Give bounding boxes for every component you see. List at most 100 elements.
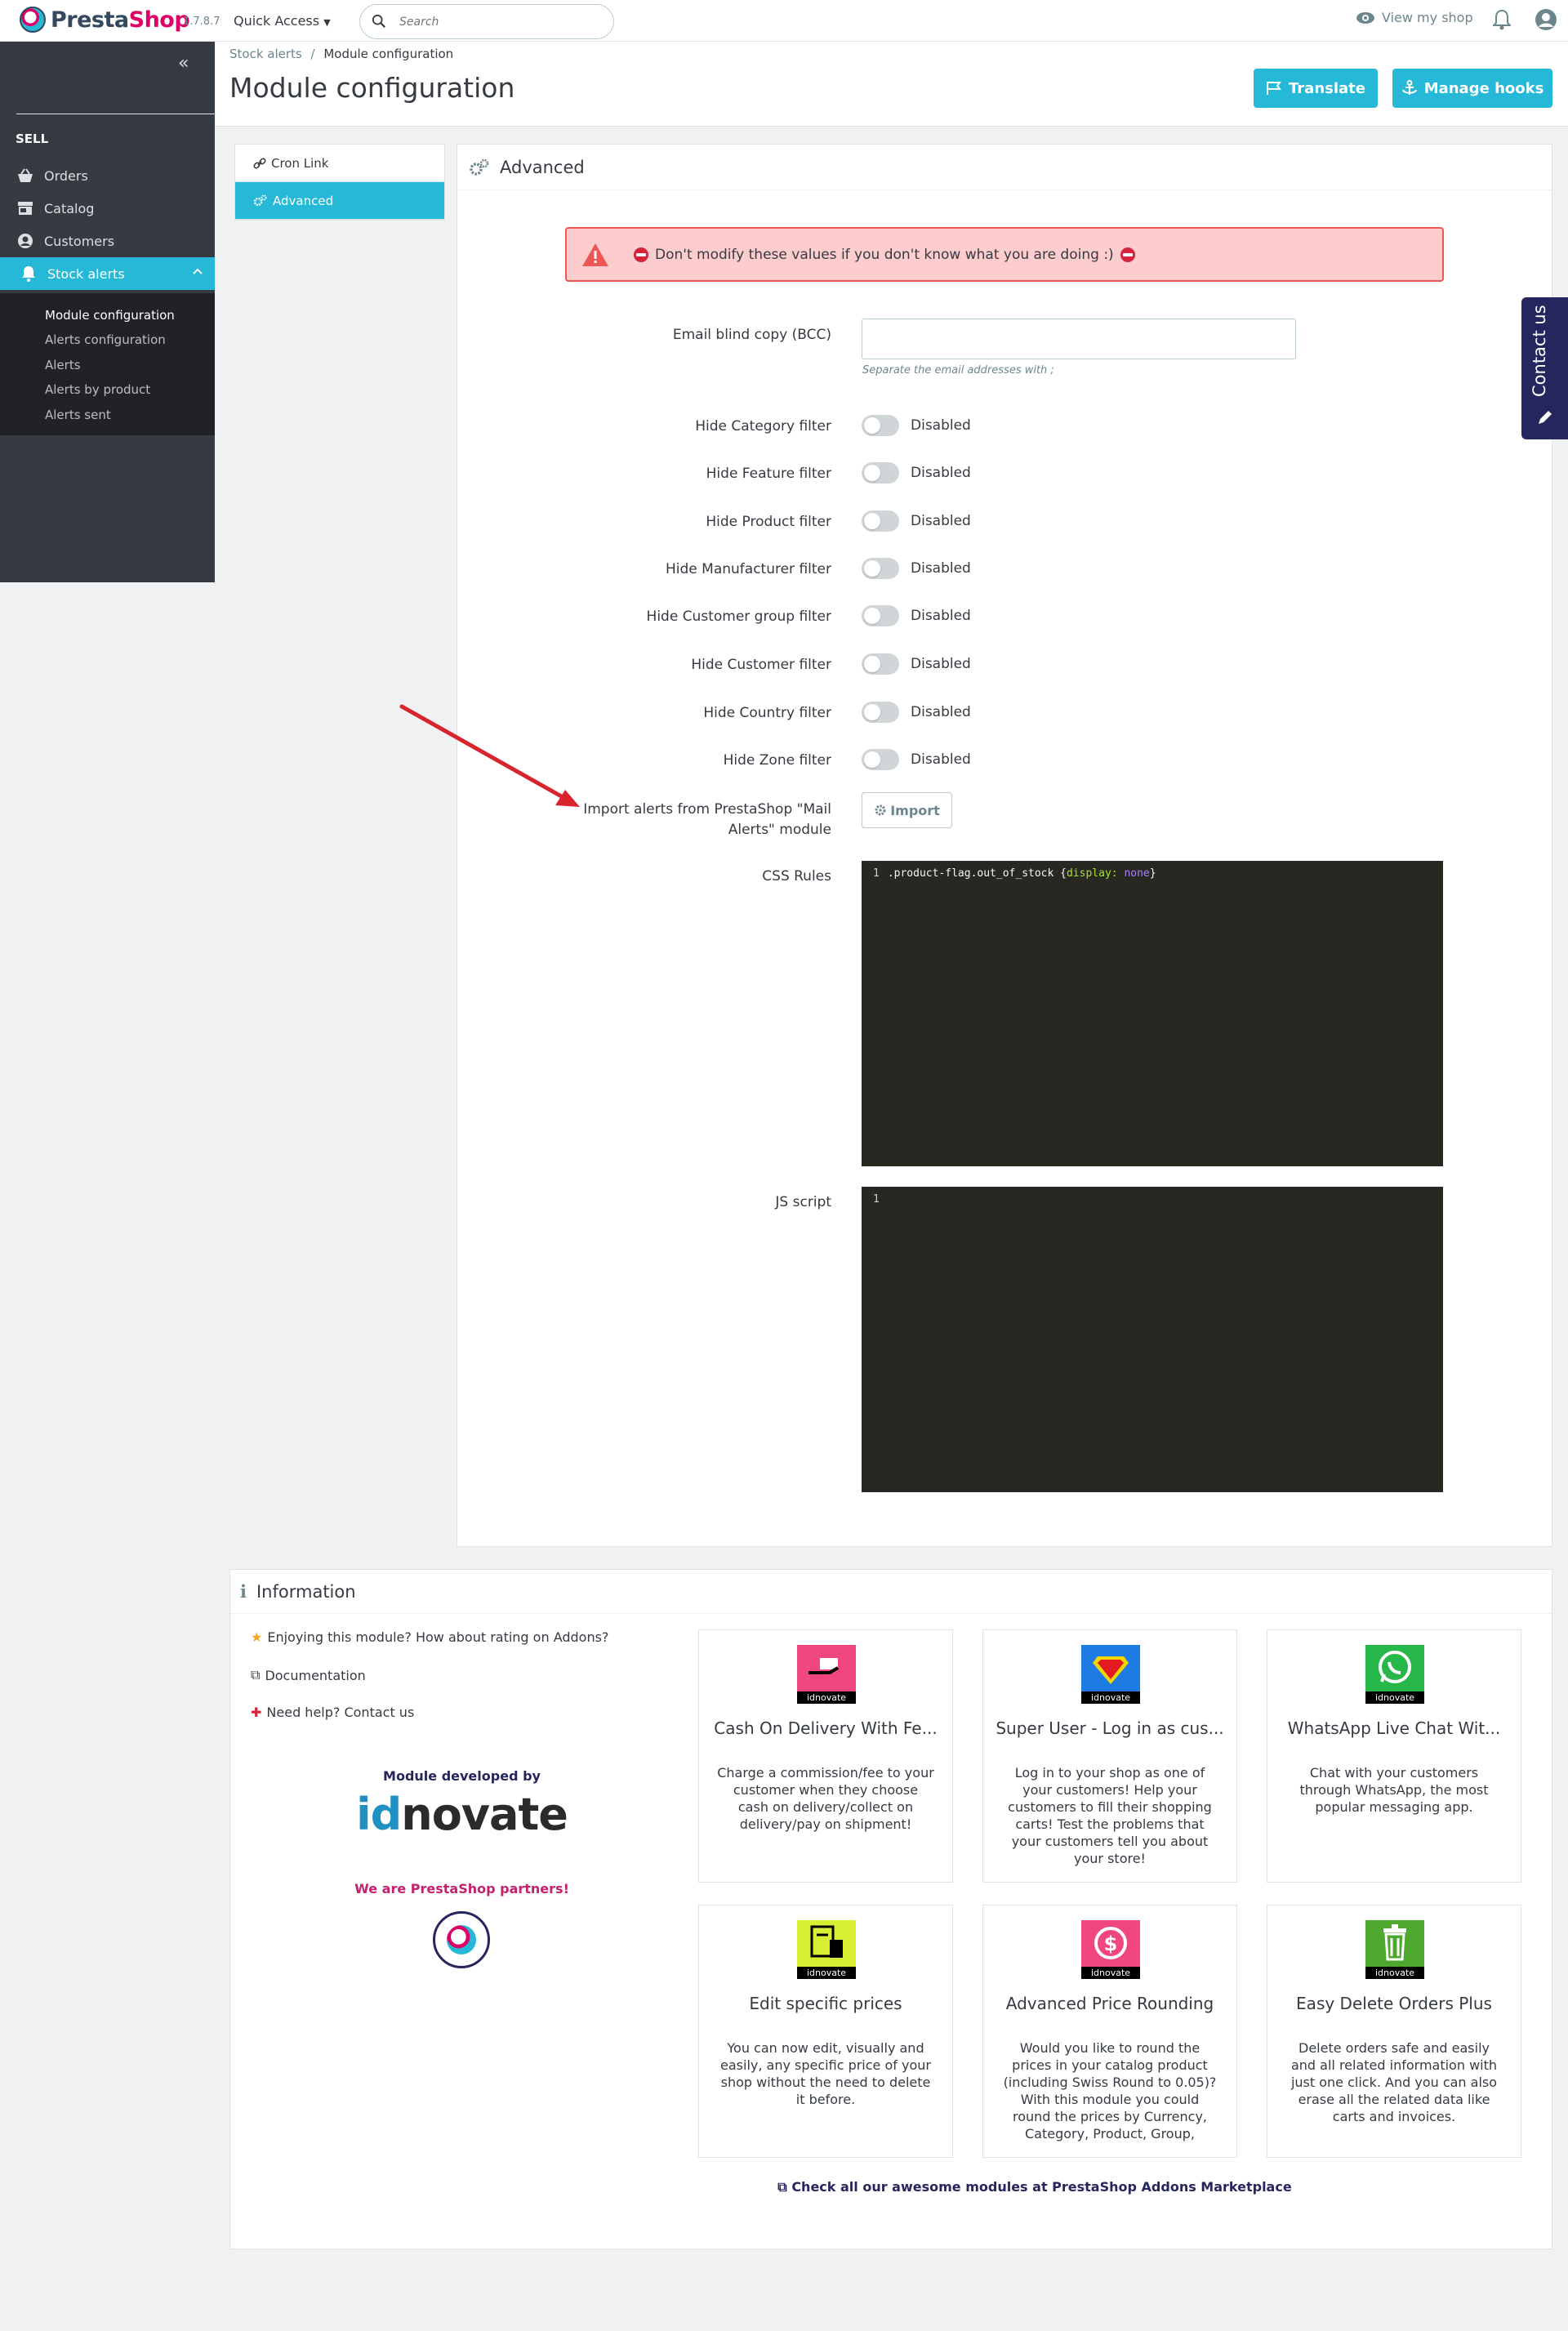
toggle-switch[interactable] (862, 653, 899, 675)
search-icon (372, 14, 385, 28)
flag-icon (1267, 82, 1281, 95)
breadcrumb-parent[interactable]: Stock alerts (229, 47, 302, 61)
contact-us-tab[interactable]: Contact us (1521, 297, 1568, 439)
view-my-shop-link[interactable]: View my shop (1356, 10, 1473, 25)
advanced-panel: Advanced Don't modify these values if yo… (457, 144, 1552, 1547)
js-script-editor[interactable]: 1 (862, 1187, 1443, 1492)
pencil-icon (1539, 411, 1552, 424)
eye-icon (1356, 11, 1374, 24)
hide-manufacturer-filter-switch[interactable]: Disabled (862, 558, 971, 579)
gear-icon (875, 804, 886, 816)
toggle-switch[interactable] (862, 749, 899, 770)
hide-product-filter-switch[interactable]: Disabled (862, 510, 971, 532)
css-rules-editor[interactable]: 1 .product-flag.out_of_stock {display: no… (862, 861, 1443, 1166)
prestashop-agency-badge-icon (433, 1911, 490, 1968)
submenu-module-configuration[interactable]: Module configuration (45, 308, 175, 323)
idnovate-logo[interactable]: idnovate (230, 1789, 693, 1840)
hide-customer-group-filter-label: Hide Customer group filter (646, 608, 831, 625)
stock-alerts-submenu: Module configuration Alerts configuratio… (0, 293, 215, 435)
prestashop-puffin-icon (20, 7, 46, 33)
external-link-icon: ⧉ (251, 1667, 261, 1683)
toggle-switch[interactable] (862, 702, 899, 723)
tab-advanced[interactable]: Advanced (235, 182, 444, 220)
translate-button[interactable]: Translate (1254, 69, 1378, 108)
information-panel: i Information ★ Enjoying this module? Ho… (229, 1569, 1552, 2249)
module-card[interactable]: idnovate Edit specific prices You can no… (698, 1905, 953, 2158)
sidebar-item-customers[interactable]: Customers (0, 225, 215, 257)
manage-hooks-button[interactable]: Manage hooks (1392, 69, 1552, 108)
contact-help-link[interactable]: ✚ Need help? Contact us (251, 1705, 414, 1720)
search-box[interactable] (359, 4, 614, 39)
collapse-sidebar-icon[interactable]: « (178, 53, 189, 74)
chevron-up-icon (193, 268, 203, 274)
anchor-icon (1401, 80, 1417, 95)
hide-feature-filter-label: Hide Feature filter (706, 466, 831, 482)
config-tabs: Cron Link Advanced (234, 144, 445, 221)
info-icon: i (240, 1581, 247, 1602)
toggle-switch[interactable] (862, 558, 899, 579)
hide-category-filter-switch[interactable]: Disabled (862, 415, 971, 436)
svg-text:$: $ (1104, 1932, 1118, 1955)
prestashop-logo[interactable]: PrestaShop (20, 7, 190, 33)
medkit-icon: ✚ (251, 1705, 262, 1720)
hide-customer-filter-switch[interactable]: Disabled (862, 653, 971, 675)
email-bcc-input[interactable] (862, 319, 1296, 359)
version-label: 1.7.8.7 (183, 16, 220, 28)
documentation-link[interactable]: ⧉ Documentation (251, 1667, 366, 1683)
import-button[interactable]: Import (862, 792, 952, 828)
sell-section-label: SELL (16, 131, 49, 146)
sidebar-item-catalog[interactable]: Catalog (0, 192, 215, 225)
no-entry-icon (1120, 247, 1135, 262)
sidebar-item-stock-alerts[interactable]: Stock alerts (0, 257, 215, 290)
quick-access-dropdown[interactable]: Quick Access ▼ (234, 13, 331, 29)
module-card[interactable]: idnovate Easy Delete Orders Plus Delete … (1267, 1905, 1521, 2158)
hide-feature-filter-switch[interactable]: Disabled (862, 462, 971, 484)
addons-marketplace-link[interactable]: ⧉ Check all our awesome modules at Prest… (230, 2179, 1553, 2195)
hide-zone-filter-label: Hide Zone filter (723, 752, 831, 769)
partners-label: We are PrestaShop partners! (354, 1881, 569, 1896)
sidebar-item-orders[interactable]: Orders (0, 159, 215, 192)
information-heading: i Information (230, 1570, 1552, 1614)
search-input[interactable] (399, 13, 595, 31)
hide-zone-filter-switch[interactable]: Disabled (862, 749, 971, 770)
submenu-alerts-sent[interactable]: Alerts sent (45, 408, 111, 422)
tab-cron-link[interactable]: Cron Link (235, 145, 444, 182)
account-circle-icon (16, 232, 34, 250)
red-arrow-annotation (399, 704, 580, 807)
link-icon (253, 157, 266, 169)
notifications-bell-icon[interactable] (1493, 9, 1511, 30)
star-icon: ★ (251, 1629, 263, 1645)
external-link-icon: ⧉ (777, 2179, 787, 2195)
module-card[interactable]: idnovate Super User - Log in as cus... L… (982, 1629, 1237, 1883)
cash-hand-icon: idnovate (797, 1645, 856, 1704)
import-alerts-label: Import alerts from PrestaShop "Mail Alert… (583, 801, 831, 838)
email-help-text: Separate the email addresses with ; (862, 364, 1054, 377)
rate-on-addons-link[interactable]: ★ Enjoying this module? How about rating… (251, 1629, 608, 1645)
module-card[interactable]: $ idnovate Advanced Price Rounding Would … (982, 1905, 1237, 2158)
toggle-switch[interactable] (862, 605, 899, 626)
hide-country-filter-switch[interactable]: Disabled (862, 702, 971, 723)
submenu-alerts-by-product[interactable]: Alerts by product (45, 382, 150, 397)
hide-product-filter-label: Hide Product filter (706, 514, 831, 530)
breadcrumb-current: Module configuration (323, 47, 454, 61)
developed-by-label: Module developed by (383, 1768, 541, 1784)
toggle-switch[interactable] (862, 415, 899, 436)
hide-category-filter-label: Hide Category filter (695, 418, 831, 435)
caret-down-icon: ▼ (323, 17, 331, 28)
module-card[interactable]: idnovate WhatsApp Live Chat Wit... Chat … (1267, 1629, 1521, 1883)
hide-customer-group-filter-switch[interactable]: Disabled (862, 605, 971, 626)
toggle-switch[interactable] (862, 510, 899, 532)
module-card[interactable]: idnovate Cash On Delivery With Fe... Cha… (698, 1629, 953, 1883)
whatsapp-icon: idnovate (1365, 1645, 1424, 1704)
shopping-basket-icon (16, 167, 34, 185)
submenu-alerts[interactable]: Alerts (45, 358, 81, 372)
hide-customer-filter-label: Hide Customer filter (691, 657, 831, 673)
sidebar: « SELL Orders Catalog Customers Stock al… (0, 42, 215, 582)
cogs-icon (253, 194, 267, 206)
email-bcc-label: Email blind copy (BCC) (672, 327, 831, 343)
superhero-icon: idnovate (1081, 1645, 1140, 1704)
account-icon[interactable] (1535, 8, 1557, 31)
submenu-alerts-configuration[interactable]: Alerts configuration (45, 332, 166, 347)
toggle-switch[interactable] (862, 462, 899, 484)
bell-alert-icon (20, 265, 38, 283)
